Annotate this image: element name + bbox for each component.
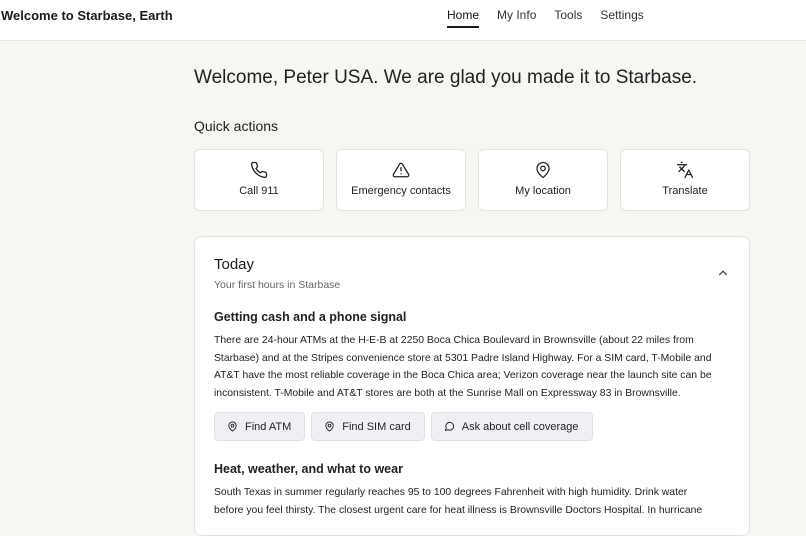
chevron-up-icon[interactable]: [716, 266, 730, 280]
quick-actions-title: Quick actions: [194, 118, 279, 134]
chat-bubble-icon: [444, 421, 454, 432]
nav-settings[interactable]: Settings: [600, 8, 643, 28]
map-pin-icon: [479, 161, 607, 179]
main-nav: Home My Info Tools Settings: [447, 8, 662, 28]
body-line: AT&T have the most reliable coverage in …: [214, 370, 712, 381]
map-pin-icon: [325, 421, 334, 432]
nav-tools[interactable]: Tools: [554, 8, 582, 28]
body-line: Starbase) and at the Stripes convenience…: [214, 352, 712, 364]
find-atm-button[interactable]: Find ATM: [214, 412, 306, 441]
my-location-label: My location: [515, 185, 571, 197]
call-911-label: Call 911: [239, 185, 279, 197]
quick-actions: Call 911 Emergency contacts My location …: [194, 149, 750, 211]
body-line: inconsistent. T-Mobile and AT&T stores a…: [214, 387, 681, 399]
body-line: South Texas in summer regularly reaches …: [214, 487, 688, 498]
body-line: before you feel thirsty. The closest urg…: [214, 504, 703, 516]
section-title: Heat, weather, and what to wear: [214, 462, 403, 476]
translate-label: Translate: [662, 185, 708, 197]
section-body: There are 24-hour ATMs at the H-E-B at 2…: [214, 332, 730, 402]
nav-home[interactable]: Home: [447, 8, 480, 28]
today-card: Today Your first hours in Starbase Getti…: [194, 236, 750, 536]
nav-my-info[interactable]: My Info: [497, 8, 536, 28]
section-actions: Find ATM Find SIM card Ask about cell co…: [214, 412, 599, 441]
warning-icon: [337, 161, 465, 179]
ask-about-cell-coverage-button[interactable]: Ask about cell coverage: [430, 412, 593, 441]
welcome-heading: Welcome, Peter USA. We are glad you made…: [194, 67, 698, 88]
today-title: Today: [214, 256, 255, 273]
body-line: There are 24-hour ATMs at the H-E-B at 2…: [214, 335, 694, 346]
find-sim-card-label: Find SIM card: [342, 420, 411, 433]
top-bar: Welcome to Starbase, Earth Home My Info …: [0, 0, 806, 41]
ask-about-cell-coverage-label: Ask about cell coverage: [461, 420, 579, 433]
translate-icon: [621, 161, 749, 179]
today-subtitle: Your first hours in Starbase: [214, 279, 341, 291]
section-body: South Texas in summer regularly reaches …: [214, 484, 730, 519]
my-location-button[interactable]: My location: [478, 149, 608, 211]
find-atm-label: Find ATM: [245, 420, 292, 433]
find-sim-card-button[interactable]: Find SIM card: [311, 412, 425, 441]
emergency-contacts-label: Emergency contacts: [351, 185, 451, 197]
section-title: Getting cash and a phone signal: [214, 310, 407, 324]
translate-button[interactable]: Translate: [620, 149, 750, 211]
emergency-contacts-button[interactable]: Emergency contacts: [336, 149, 466, 211]
phone-icon: [195, 161, 323, 179]
map-pin-icon: [228, 421, 237, 432]
app-title: Welcome to Starbase, Earth: [1, 8, 173, 23]
call-911-button[interactable]: Call 911: [194, 149, 324, 211]
